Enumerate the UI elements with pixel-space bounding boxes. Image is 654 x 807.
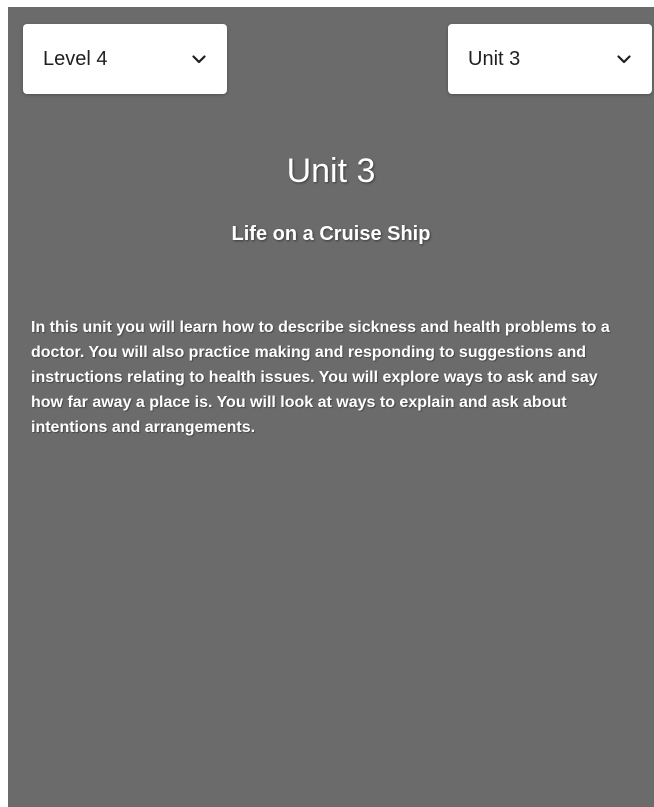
unit-description: In this unit you will learn how to descr…: [31, 319, 610, 436]
chevron-down-icon: [610, 49, 638, 69]
chevron-down-icon: [185, 49, 213, 69]
unit-select-value: Unit 3: [468, 47, 521, 70]
unit-select[interactable]: Unit 3: [448, 24, 652, 94]
unit-panel: Level 4 Unit 3 Unit 3 Life on a Cruise S…: [8, 7, 654, 807]
level-select-value: Level 4: [43, 47, 108, 70]
level-select[interactable]: Level 4: [23, 24, 227, 94]
unit-subtitle: Life on a Cruise Ship: [231, 223, 431, 245]
unit-title: Unit 3: [286, 152, 376, 190]
